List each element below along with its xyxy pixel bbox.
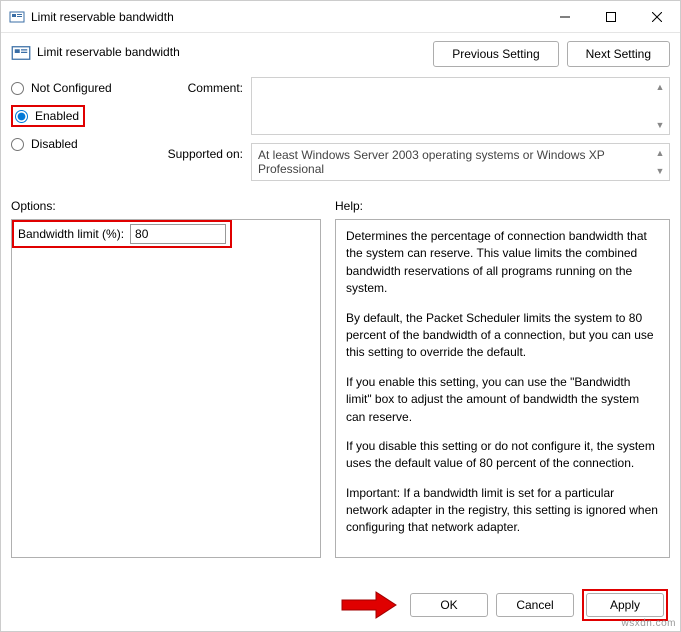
- supported-on-value: At least Windows Server 2003 operating s…: [258, 148, 651, 176]
- window-title: Limit reservable bandwidth: [31, 10, 542, 24]
- minimize-button[interactable]: [542, 1, 588, 33]
- scroll-down-icon[interactable]: ▼: [653, 118, 667, 132]
- help-paragraph: If you enable this setting, you can use …: [346, 374, 659, 426]
- help-paragraph: Determines the percentage of connection …: [346, 228, 659, 298]
- scroll-down-icon[interactable]: ▼: [653, 164, 667, 178]
- scroll-up-icon[interactable]: ▲: [653, 80, 667, 94]
- radio-enabled[interactable]: Enabled: [15, 109, 79, 123]
- header-row: Limit reservable bandwidth Previous Sett…: [11, 41, 670, 67]
- radio-enabled-label: Enabled: [35, 109, 79, 123]
- radio-disabled-input[interactable]: [11, 138, 24, 151]
- radio-not-configured-label: Not Configured: [31, 81, 112, 95]
- help-label: Help:: [335, 199, 670, 213]
- footer-buttons: OK Cancel Apply: [340, 589, 668, 621]
- arrow-callout-icon: [340, 590, 398, 620]
- cancel-button[interactable]: Cancel: [496, 593, 574, 617]
- next-setting-button[interactable]: Next Setting: [567, 41, 670, 67]
- comment-textbox[interactable]: ▲ ▼: [251, 77, 670, 135]
- radio-not-configured-input[interactable]: [11, 82, 24, 95]
- options-label: Options:: [11, 199, 321, 213]
- radio-disabled[interactable]: Disabled: [11, 137, 161, 151]
- bandwidth-limit-row: Bandwidth limit (%):: [12, 220, 232, 248]
- state-radio-group: Not Configured Enabled Disabled: [11, 77, 161, 189]
- help-paragraph: If you disable this setting or do not co…: [346, 438, 659, 473]
- help-panel: Determines the percentage of connection …: [335, 219, 670, 558]
- supported-on-textbox: At least Windows Server 2003 operating s…: [251, 143, 670, 181]
- bandwidth-limit-input[interactable]: [130, 224, 226, 244]
- radio-enabled-input[interactable]: [15, 110, 28, 123]
- ok-button[interactable]: OK: [410, 593, 488, 617]
- setting-title: Limit reservable bandwidth: [37, 41, 433, 59]
- help-paragraph: By default, the Packet Scheduler limits …: [346, 310, 659, 362]
- close-button[interactable]: [634, 1, 680, 33]
- bandwidth-limit-label: Bandwidth limit (%):: [18, 227, 124, 241]
- scroll-up-icon[interactable]: ▲: [653, 146, 667, 160]
- apply-button[interactable]: Apply: [586, 593, 664, 617]
- titlebar: Limit reservable bandwidth: [1, 1, 680, 33]
- supported-on-label: Supported on:: [161, 143, 251, 181]
- help-paragraph: Important: If a bandwidth limit is set f…: [346, 485, 659, 537]
- radio-disabled-label: Disabled: [31, 137, 78, 151]
- maximize-button[interactable]: [588, 1, 634, 33]
- previous-setting-button[interactable]: Previous Setting: [433, 41, 558, 67]
- setting-icon: [11, 43, 31, 63]
- options-panel: Bandwidth limit (%):: [11, 219, 321, 558]
- radio-not-configured[interactable]: Not Configured: [11, 81, 161, 95]
- group-policy-icon: [9, 9, 25, 25]
- comment-label: Comment:: [161, 77, 251, 135]
